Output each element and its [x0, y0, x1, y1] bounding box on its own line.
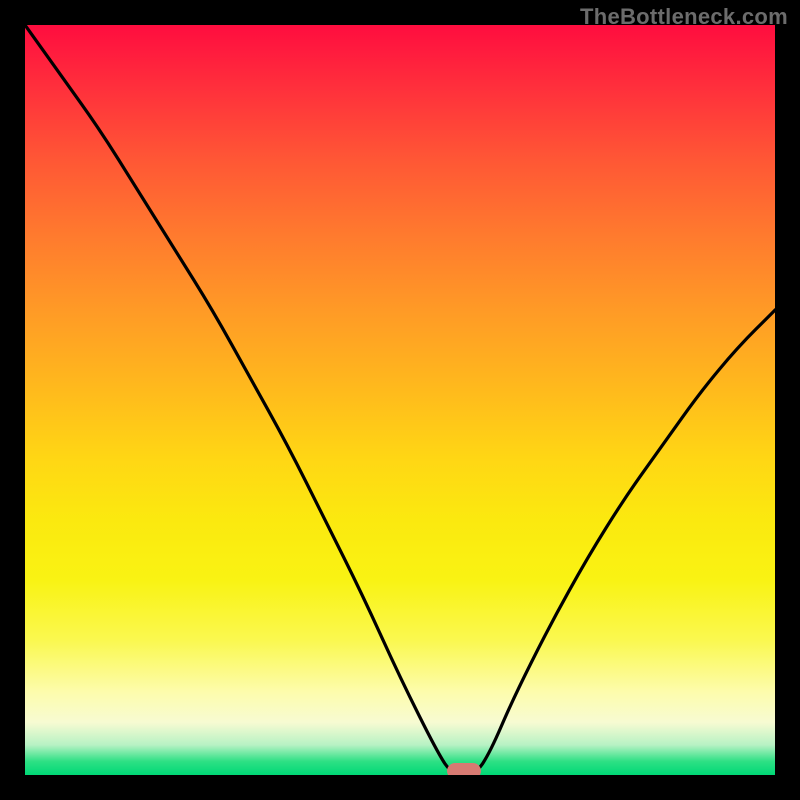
minimum-marker	[447, 763, 481, 775]
curve-path	[25, 25, 775, 775]
watermark-label: TheBottleneck.com	[580, 4, 788, 30]
chart-frame: TheBottleneck.com	[0, 0, 800, 800]
bottleneck-curve	[25, 25, 775, 775]
plot-area	[25, 25, 775, 775]
